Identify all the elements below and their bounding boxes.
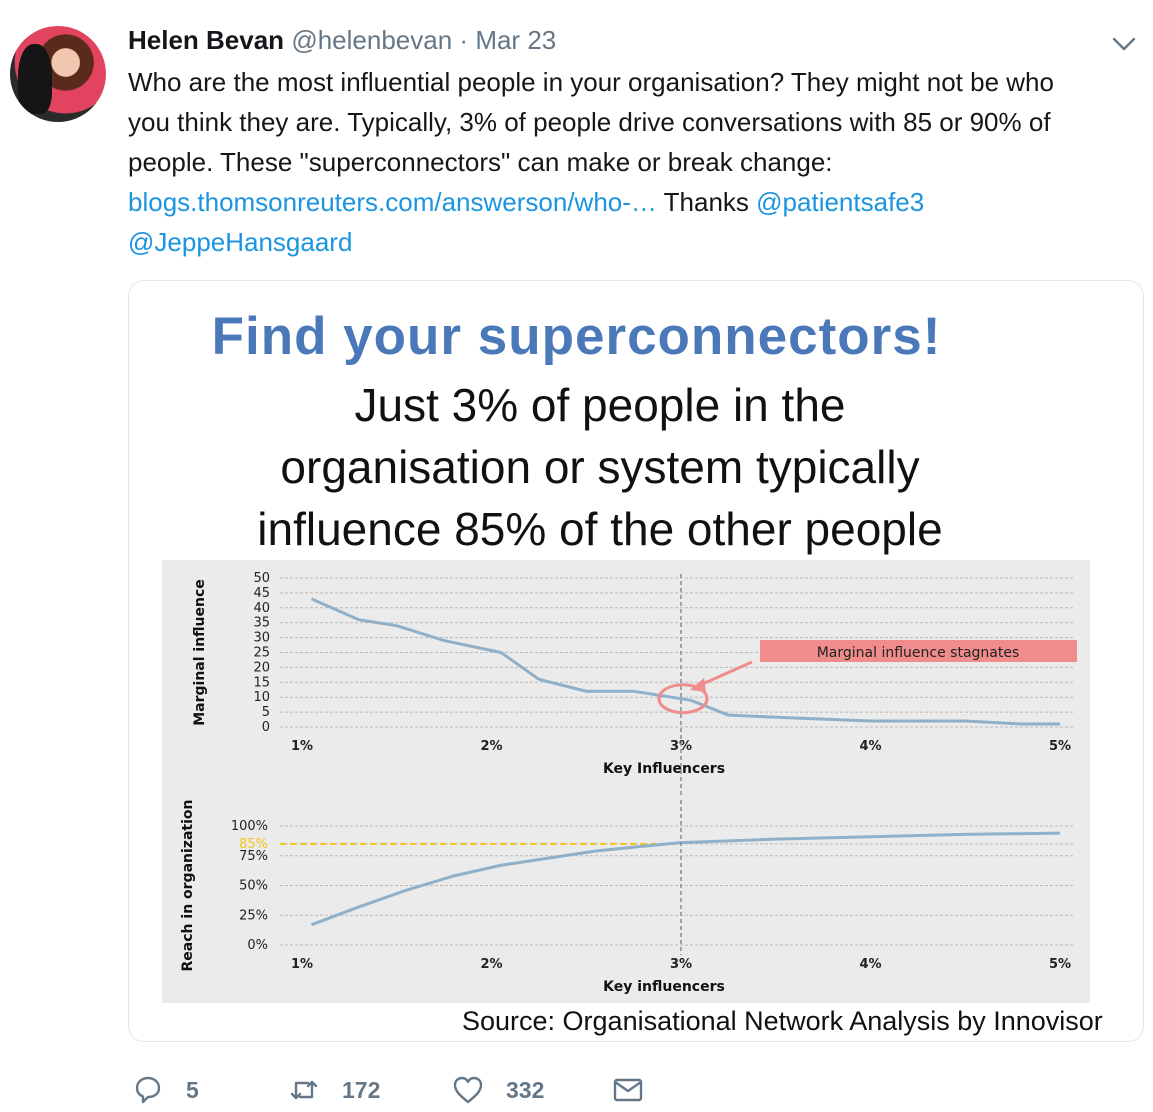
- y-axis-label: Marginal influence: [192, 579, 208, 726]
- x-axis-label: Key Influencers: [603, 761, 725, 777]
- retweet-count: 172: [342, 1076, 381, 1103]
- like-button[interactable]: 332: [452, 1072, 544, 1108]
- envelope-icon: [613, 1078, 643, 1102]
- direct-message-button[interactable]: [612, 1072, 644, 1108]
- reply-count: 5: [186, 1076, 199, 1103]
- y-tick-label: 50%: [239, 879, 268, 894]
- y-tick-label: 20: [253, 660, 270, 675]
- y-tick-label: 0%: [247, 938, 268, 953]
- highlight-tick-label: 85%: [239, 837, 268, 852]
- x-tick-label: 3%: [670, 957, 692, 972]
- retweet-button[interactable]: 172: [288, 1072, 380, 1108]
- x-tick-label: 2%: [480, 957, 502, 972]
- annotation-text: Marginal influence stagnates: [817, 645, 1020, 661]
- y-tick-label: 0: [262, 720, 270, 735]
- charts-svg: 05101520253035404550 1% 2% 3% 4% 5% Key Influe…: [180, 571, 1077, 995]
- heart-icon: [453, 1076, 483, 1104]
- y-tick-label: 25: [253, 646, 270, 661]
- x-tick-label: 1%: [291, 957, 313, 972]
- y-tick-label: 30: [253, 631, 270, 646]
- like-count: 332: [506, 1076, 545, 1103]
- x-tick-label: 4%: [859, 957, 881, 972]
- x-axis-label: Key influencers: [603, 979, 725, 995]
- reply-icon: [135, 1076, 161, 1104]
- series-line: [310, 831, 1061, 927]
- y-tick-label: 35: [253, 616, 270, 631]
- x-tick-label: 5%: [1049, 739, 1071, 754]
- y-tick-label: 10: [253, 690, 270, 705]
- y-tick-label: 50: [253, 571, 270, 586]
- y-tick-label: 25%: [239, 908, 268, 923]
- y-tick-label: 45: [253, 586, 270, 601]
- reply-button[interactable]: 5: [132, 1072, 199, 1108]
- retweet-icon: [290, 1080, 318, 1100]
- x-tick-label: 4%: [859, 739, 881, 754]
- x-tick-label: 1%: [291, 739, 313, 754]
- y-axis-label: Reach in organization: [180, 800, 196, 972]
- x-tick-label: 2%: [480, 739, 502, 754]
- y-tick-label: 100%: [231, 819, 268, 834]
- x-tick-label: 5%: [1049, 957, 1071, 972]
- source-caption: Source: Organisational Network Analysis …: [462, 1006, 1103, 1036]
- y-tick-label: 5: [262, 705, 270, 720]
- y-tick-label: 15: [253, 675, 270, 690]
- y-tick-label: 40: [253, 601, 270, 616]
